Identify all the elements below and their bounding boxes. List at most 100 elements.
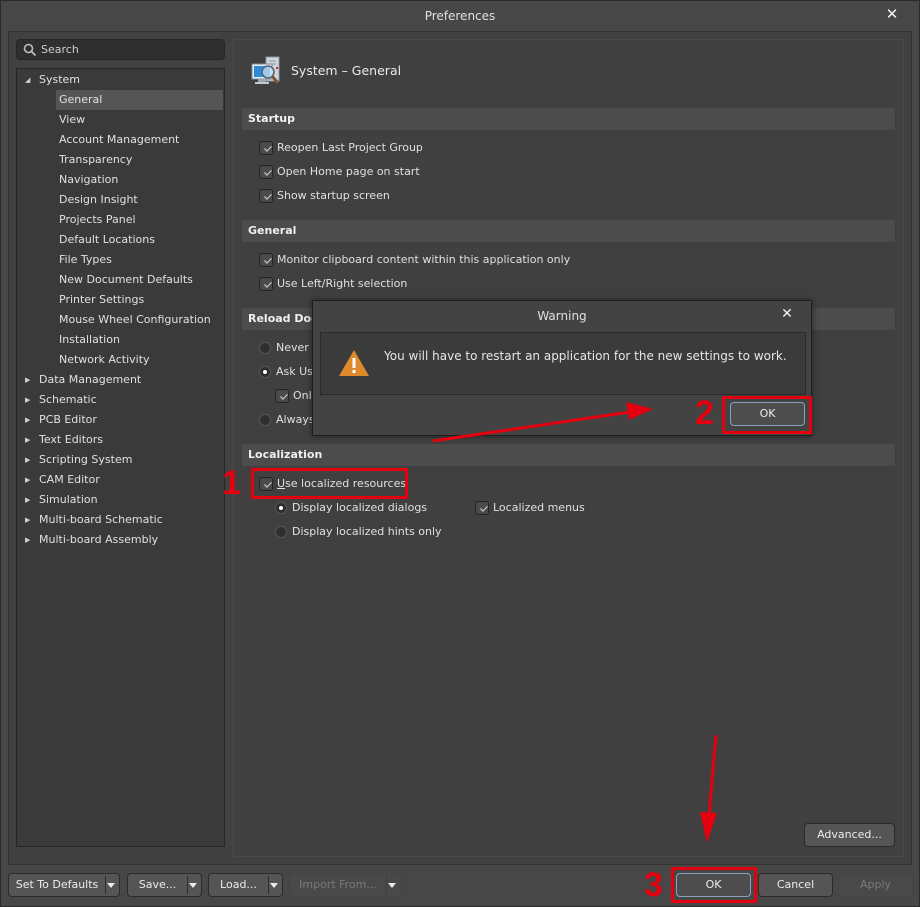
load-button[interactable]: Load... bbox=[208, 873, 283, 897]
tree-item-pcb-editor[interactable]: ▶ PCB Editor bbox=[23, 410, 223, 430]
radio-selected[interactable] bbox=[259, 366, 271, 378]
tree-item-multi-board-schematic[interactable]: ▶ Multi-board Schematic bbox=[23, 510, 223, 530]
collapsed-arrow-icon[interactable]: ▶ bbox=[25, 470, 35, 490]
option-label: Use Left/Right selection bbox=[277, 277, 408, 290]
dialog-body: You will have to restart an application … bbox=[320, 332, 806, 395]
tree-item-label: Simulation bbox=[39, 493, 98, 506]
ok-button[interactable]: OK bbox=[676, 873, 751, 897]
tree-item-label: Default Locations bbox=[59, 233, 155, 246]
tree-item-schematic[interactable]: ▶ Schematic bbox=[23, 390, 223, 410]
radio-unselected[interactable] bbox=[275, 526, 287, 538]
tree-item-network-activity[interactable]: Network Activity bbox=[56, 350, 223, 370]
tree-item-account-management[interactable]: Account Management bbox=[56, 130, 223, 150]
checkbox-checked[interactable] bbox=[259, 277, 273, 291]
set-to-defaults-button[interactable]: Set To Defaults bbox=[8, 873, 120, 897]
tree-item-label: Schematic bbox=[39, 393, 97, 406]
tree-item-installation[interactable]: Installation bbox=[56, 330, 223, 350]
tree-item-multi-board-assembly[interactable]: ▶ Multi-board Assembly bbox=[23, 530, 223, 550]
radio-selected[interactable] bbox=[275, 502, 287, 514]
collapsed-arrow-icon[interactable]: ▶ bbox=[25, 410, 35, 430]
tree-item-label: Installation bbox=[59, 333, 120, 346]
tree-item-label: New Document Defaults bbox=[59, 273, 193, 286]
option-label: Monitor clipboard content within this ap… bbox=[277, 253, 571, 266]
expanded-arrow-icon[interactable]: ◢ bbox=[25, 70, 35, 90]
dialog-title: Warning bbox=[537, 309, 587, 323]
option-label-rest: se localized resources bbox=[285, 477, 407, 490]
warning-icon bbox=[339, 350, 369, 376]
checkbox-checked[interactable] bbox=[475, 501, 489, 515]
tree-item-printer-settings[interactable]: Printer Settings bbox=[56, 290, 223, 310]
tree-item-default-locations[interactable]: Default Locations bbox=[56, 230, 223, 250]
radio-unselected[interactable] bbox=[259, 414, 271, 426]
dropdown-arrow-icon[interactable] bbox=[266, 874, 282, 896]
button-label[interactable]: Import From... bbox=[290, 874, 386, 896]
close-icon[interactable]: ✕ bbox=[883, 5, 901, 23]
tree-item-new-document-defaults[interactable]: New Document Defaults bbox=[56, 270, 223, 290]
apply-button[interactable]: Apply bbox=[838, 873, 913, 897]
section-general: General bbox=[242, 220, 895, 242]
tree-item-data-management[interactable]: ▶ Data Management bbox=[23, 370, 223, 390]
option-label: Display localized hints only bbox=[292, 525, 442, 538]
tree-item-cam-editor[interactable]: ▶ CAM Editor bbox=[23, 470, 223, 490]
window-title: Preferences bbox=[424, 9, 496, 23]
system-computer-icon bbox=[251, 56, 280, 84]
option-label: Always bbox=[276, 413, 315, 426]
search-icon bbox=[23, 43, 37, 57]
collapsed-arrow-icon[interactable]: ▶ bbox=[25, 510, 35, 530]
collapsed-arrow-icon[interactable]: ▶ bbox=[25, 430, 35, 450]
dialog-ok-button[interactable]: OK bbox=[730, 402, 805, 426]
collapsed-arrow-icon[interactable]: ▶ bbox=[25, 390, 35, 410]
save-button[interactable]: Save... bbox=[127, 873, 202, 897]
option-label: Ask Us bbox=[276, 365, 313, 378]
option-label: Localized menus bbox=[493, 501, 585, 514]
dialog-message: You will have to restart an application … bbox=[384, 349, 787, 363]
checkbox-checked[interactable] bbox=[275, 389, 289, 403]
tree-item-system[interactable]: ◢ System bbox=[23, 70, 223, 90]
tree-item-label: File Types bbox=[59, 253, 112, 266]
tree-item-label: Mouse Wheel Configuration bbox=[59, 313, 211, 326]
checkbox-checked[interactable] bbox=[259, 141, 273, 155]
tree-item-transparency[interactable]: Transparency bbox=[56, 150, 223, 170]
tree-item-label: Printer Settings bbox=[59, 293, 145, 306]
tree-item-design-insight[interactable]: Design Insight bbox=[56, 190, 223, 210]
tree-item-navigation[interactable]: Navigation bbox=[56, 170, 223, 190]
tree-item-label: Scripting System bbox=[39, 453, 133, 466]
tree-item-text-editors[interactable]: ▶ Text Editors bbox=[23, 430, 223, 450]
tree-item-label: PCB Editor bbox=[39, 413, 97, 426]
option-label: Onl bbox=[293, 389, 312, 402]
button-label[interactable]: Load... bbox=[209, 874, 268, 896]
tree-item-general[interactable]: General bbox=[56, 90, 223, 110]
dropdown-arrow-icon[interactable] bbox=[103, 874, 119, 896]
dropdown-arrow-icon[interactable] bbox=[384, 874, 400, 896]
search-box[interactable] bbox=[16, 39, 225, 60]
button-label[interactable]: Set To Defaults bbox=[9, 874, 105, 896]
cancel-button[interactable]: Cancel bbox=[758, 873, 833, 897]
button-label[interactable]: Save... bbox=[128, 874, 187, 896]
radio-unselected[interactable] bbox=[259, 342, 271, 354]
option-label: Use localized resources bbox=[277, 475, 406, 493]
tree-item-projects-panel[interactable]: Projects Panel bbox=[56, 210, 223, 230]
tree-item-label: Projects Panel bbox=[59, 213, 136, 226]
tree-item-mouse-wheel-configuration[interactable]: Mouse Wheel Configuration bbox=[56, 310, 223, 330]
search-input[interactable] bbox=[41, 41, 221, 58]
advanced-button[interactable]: Advanced... bbox=[804, 823, 895, 847]
dropdown-arrow-icon[interactable] bbox=[185, 874, 201, 896]
checkbox-checked[interactable] bbox=[259, 253, 273, 267]
collapsed-arrow-icon[interactable]: ▶ bbox=[25, 450, 35, 470]
page-title: System – General bbox=[291, 63, 402, 78]
preferences-tree: ◢ System General View Account Management… bbox=[16, 68, 225, 847]
close-icon[interactable]: ✕ bbox=[779, 305, 795, 323]
tree-item-view[interactable]: View bbox=[56, 110, 223, 130]
checkbox-checked[interactable] bbox=[259, 165, 273, 179]
collapsed-arrow-icon[interactable]: ▶ bbox=[25, 490, 35, 510]
checkbox-checked[interactable] bbox=[259, 477, 273, 491]
option-label: Reopen Last Project Group bbox=[277, 141, 423, 154]
mnemonic-letter: U bbox=[277, 477, 286, 490]
collapsed-arrow-icon[interactable]: ▶ bbox=[25, 530, 35, 550]
tree-item-simulation[interactable]: ▶ Simulation bbox=[23, 490, 223, 510]
collapsed-arrow-icon[interactable]: ▶ bbox=[25, 370, 35, 390]
checkbox-checked[interactable] bbox=[259, 189, 273, 203]
import-from-button[interactable]: Import From... bbox=[289, 873, 401, 897]
tree-item-scripting-system[interactable]: ▶ Scripting System bbox=[23, 450, 223, 470]
tree-item-file-types[interactable]: File Types bbox=[56, 250, 223, 270]
